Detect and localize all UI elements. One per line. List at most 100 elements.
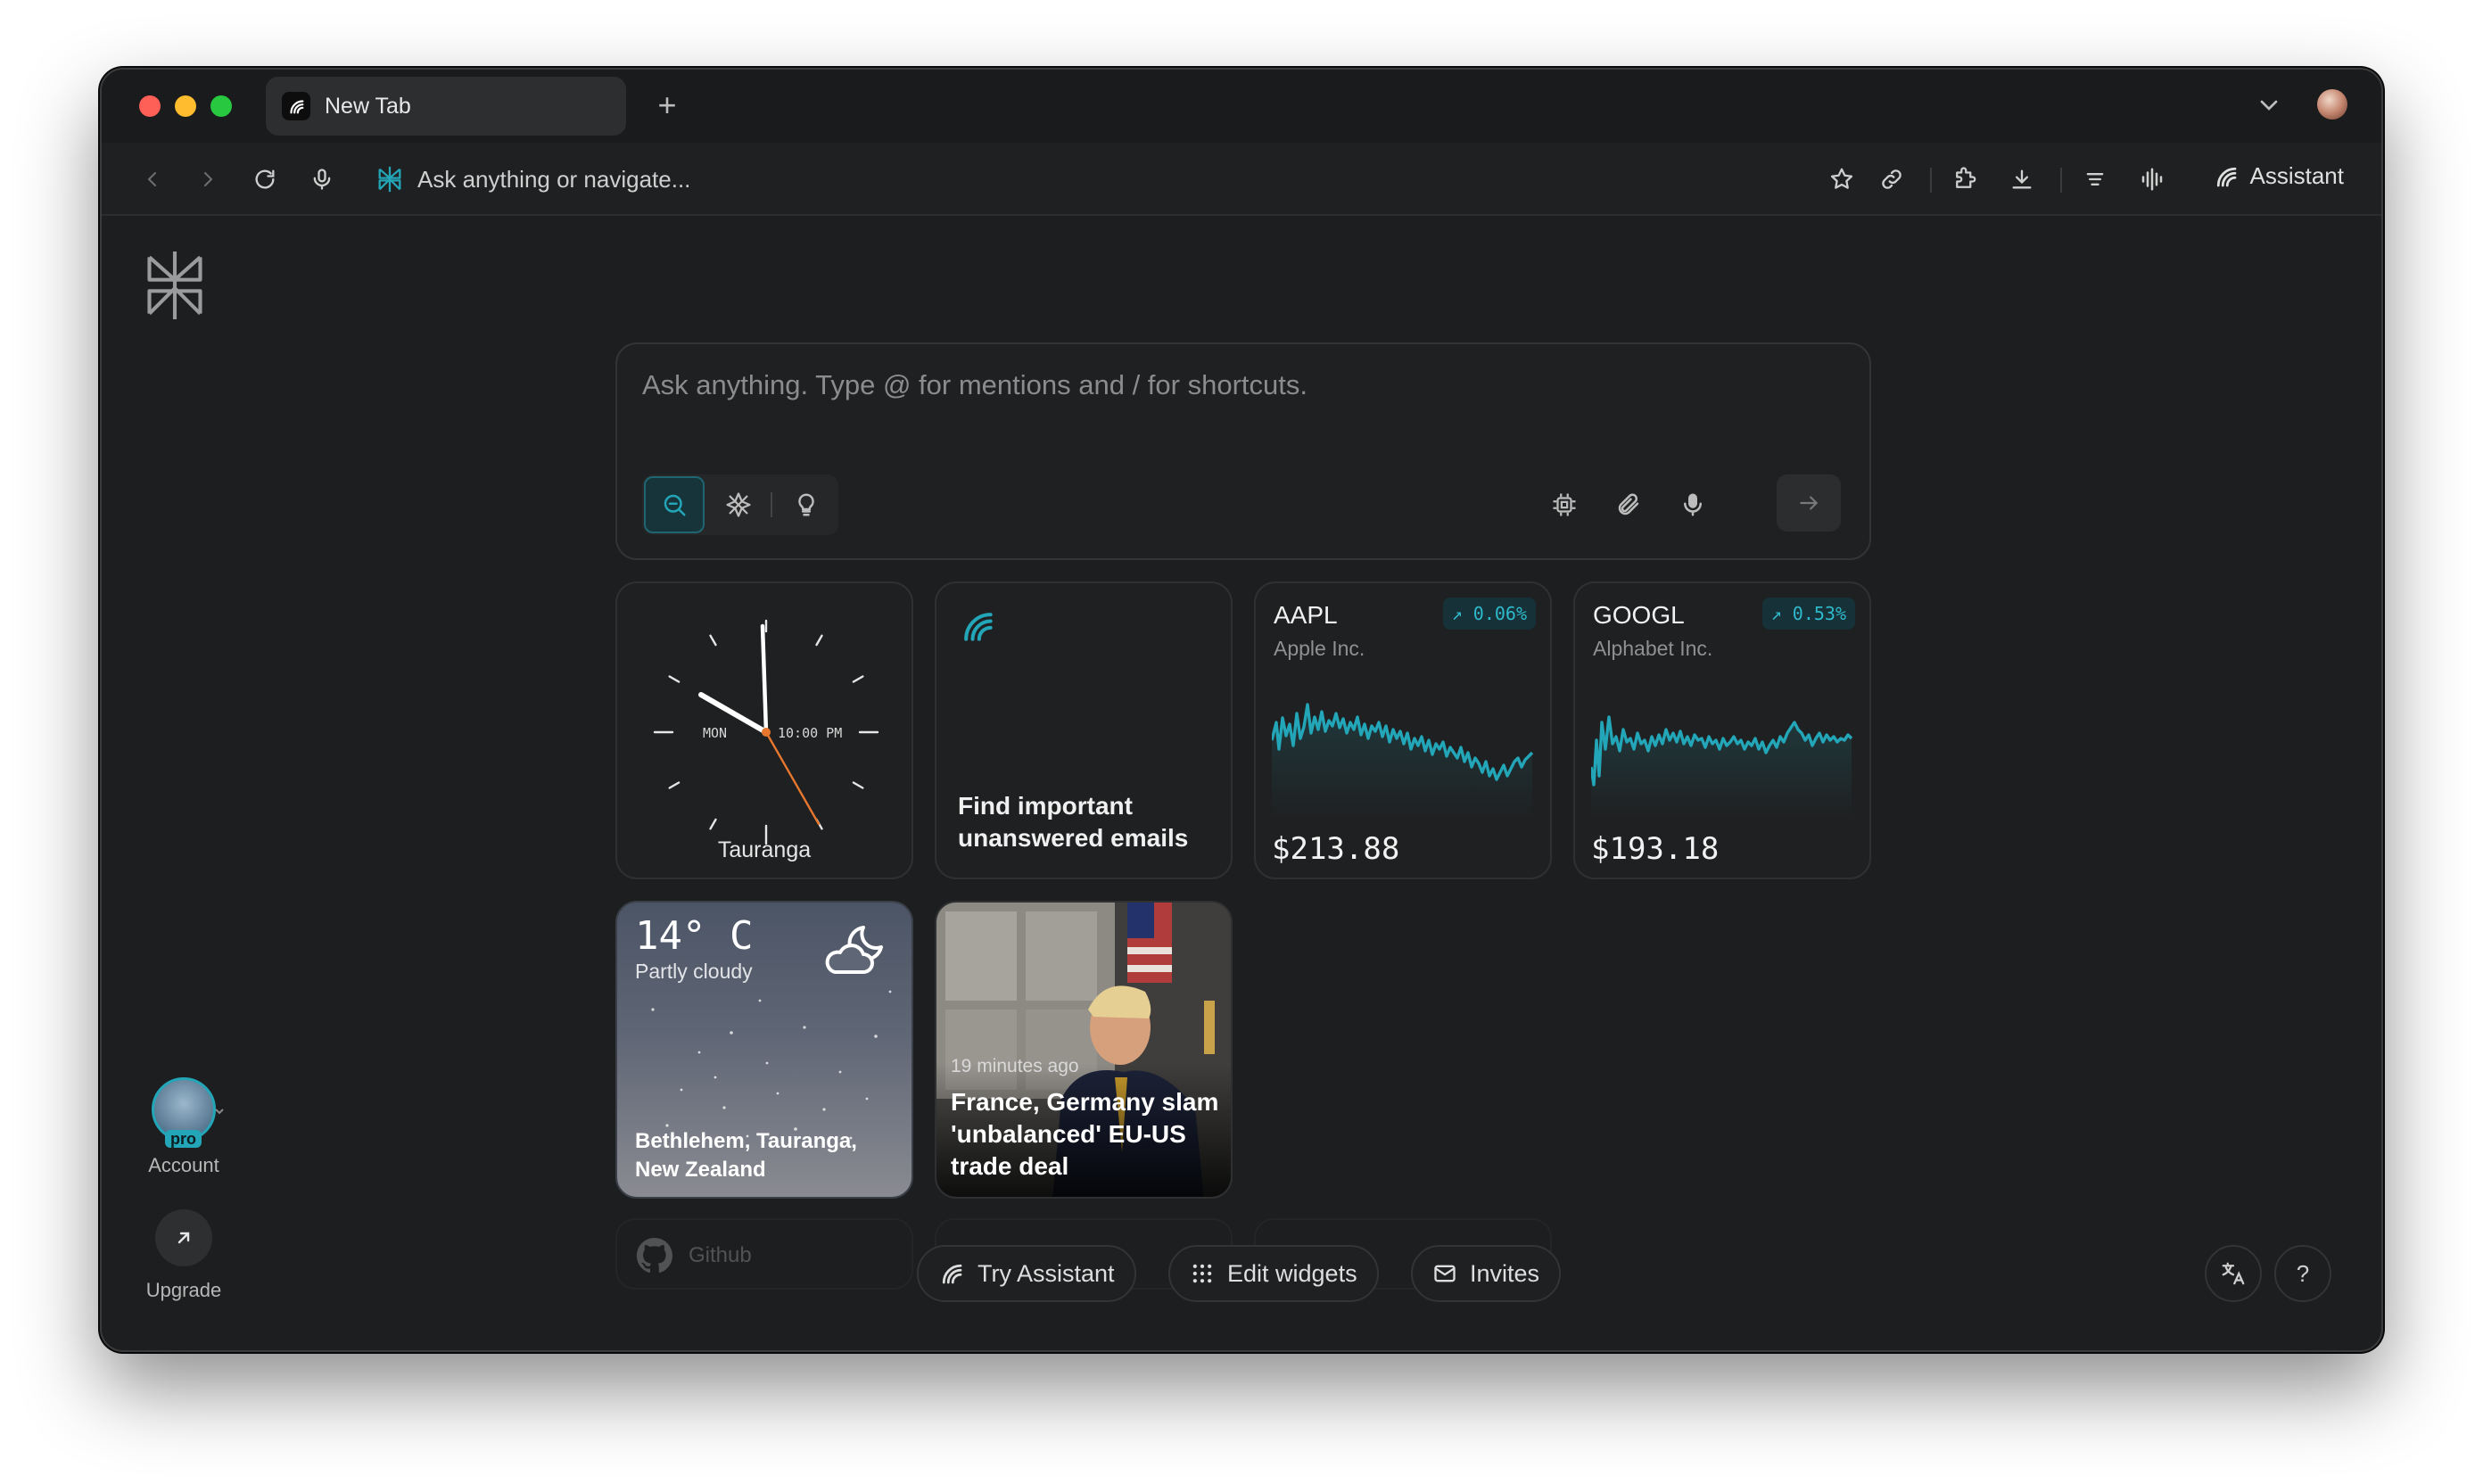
search-mode-button[interactable] [644,476,705,533]
stock-change-badge: ↗ 0.06% [1442,598,1536,630]
arrow-up-right-icon [155,1209,212,1266]
invites-button[interactable]: Invites [1411,1245,1562,1302]
voice-wave-icon[interactable] [2137,164,2167,194]
back-icon[interactable] [137,164,168,194]
chevron-down-icon[interactable] [2255,91,2283,124]
stock-change-badge: ↗ 0.53% [1761,598,1855,630]
grid-dots-icon [1192,1264,1212,1283]
translate-button[interactable] [2205,1245,2262,1302]
research-icon [726,492,751,517]
assistant-icon [2216,167,2236,186]
close-window-button[interactable] [139,95,161,117]
stock-widget-aapl[interactable]: AAPL Apple Inc. ↗ 0.06% $213.88 [1254,581,1552,879]
stock-widget-googl[interactable]: GOOGL Alphabet Inc. ↗ 0.53% $193.18 [1573,581,1871,879]
ask-input[interactable]: Ask anything. Type @ for mentions and / … [642,369,1307,401]
arrow-up-right-icon: ↗ [1451,603,1463,624]
github-icon [636,1237,672,1274]
perplexity-comet-icon [282,92,310,120]
account-label: Account [148,1154,219,1176]
arrow-up-right-icon: ↗ [1770,603,1782,624]
clock-city: Tauranga [717,837,812,862]
assistant-label: Assistant [2249,162,2345,189]
assistant-task-widget[interactable]: Find important unanswered emails [935,581,1233,879]
analog-clock: MON 10:00 PM [653,619,879,845]
github-label: Github [689,1243,752,1267]
link-icon[interactable] [1877,164,1907,194]
upgrade-button[interactable]: Upgrade [134,1209,234,1302]
help-button[interactable]: ? [2274,1245,2331,1302]
clock-digital-time: 10:00 PM [778,725,842,741]
account-button[interactable]: pro Account [134,1077,234,1177]
translate-icon [2222,1262,2245,1285]
stock-company: Alphabet Inc. [1593,637,1713,660]
weather-condition: Partly cloudy [635,960,753,983]
try-assistant-label: Try Assistant [978,1259,1115,1287]
research-mode-button[interactable] [708,476,769,533]
stock-sparkline [1272,703,1534,820]
assistant-icon [964,613,993,641]
mode-divider [771,492,772,517]
arrow-right-icon [1800,496,1819,510]
stock-price: $193.18 [1591,831,1720,867]
stock-change: 0.06% [1472,603,1527,624]
toolbar-divider [2060,168,2062,193]
tab-title: New Tab [325,93,411,119]
github-widget[interactable]: Github [615,1218,913,1290]
pro-badge: pro [165,1130,202,1148]
task-suggestion: Find important unanswered emails [958,792,1189,852]
menu-lines-icon[interactable] [2080,164,2110,194]
profile-avatar[interactable] [2317,89,2347,120]
clock-day: MON [703,725,727,741]
cloud-moon-icon [821,922,892,984]
tab-new-tab[interactable]: New Tab [266,77,626,136]
news-headline[interactable]: France, Germany slam 'unbalanced' EU-US … [951,1086,1224,1183]
reload-icon[interactable] [250,164,280,194]
assistant-icon [942,1264,962,1284]
search-icon [664,494,686,516]
paperclip-icon[interactable] [1611,487,1646,523]
new-tab-button[interactable]: + [649,87,685,123]
microphone-icon[interactable] [307,164,337,194]
assistant-button[interactable]: Assistant [2213,162,2345,190]
perplexity-logo-icon [375,164,405,194]
edit-widgets-button[interactable]: Edit widgets [1168,1245,1379,1302]
zoom-window-button[interactable] [210,95,232,117]
edit-widgets-label: Edit widgets [1227,1259,1357,1287]
star-icon[interactable] [1827,164,1857,194]
minimize-window-button[interactable] [175,95,196,117]
account-avatar: pro [152,1077,216,1148]
toolbar: Ask anything or navigate... Assistant [102,143,2381,216]
search-mode-toggle [642,474,838,535]
lightbulb-icon [798,493,814,516]
weather-widget[interactable]: 14° C Partly cloudy Bethlehem, Tauranga,… [615,901,913,1199]
ask-box[interactable]: Ask anything. Type @ for mentions and / … [615,342,1871,560]
temperature: 14° C [635,913,754,959]
invites-label: Invites [1470,1259,1540,1287]
help-label: ? [2296,1259,2310,1287]
stock-symbol: GOOGL [1593,601,1685,629]
stock-price: $213.88 [1272,831,1400,867]
news-widget[interactable]: 19 minutes ago France, Germany slam 'unb… [935,901,1233,1199]
labs-mode-button[interactable] [776,476,837,533]
stock-symbol: AAPL [1274,601,1338,629]
extensions-icon[interactable] [1950,164,1980,194]
mail-icon [1434,1265,1456,1282]
stock-change: 0.53% [1792,603,1846,624]
toolbar-divider [1930,168,1932,193]
stock-sparkline [1591,715,1853,820]
try-assistant-button[interactable]: Try Assistant [917,1245,1136,1302]
clock-widget[interactable]: MON 10:00 PM Tauranga [615,581,913,879]
browser-window: New Tab + Ask anything or navigate... As… [100,68,2383,1352]
chevron-down-icon[interactable] [212,1104,227,1123]
download-icon[interactable] [2007,164,2037,194]
cpu-model-icon[interactable] [1547,487,1582,523]
forward-icon[interactable] [193,164,223,194]
perplexity-home-logo[interactable] [141,248,209,327]
news-timestamp: 19 minutes ago [951,1056,1079,1076]
omnibox-input[interactable]: Ask anything or navigate... [417,164,690,194]
upgrade-label: Upgrade [145,1279,222,1301]
stock-company: Apple Inc. [1274,637,1365,660]
microphone-icon[interactable] [1675,487,1711,523]
submit-button[interactable] [1777,474,1841,532]
weather-location: Bethlehem, Tauranga, New Zealand [635,1129,857,1182]
